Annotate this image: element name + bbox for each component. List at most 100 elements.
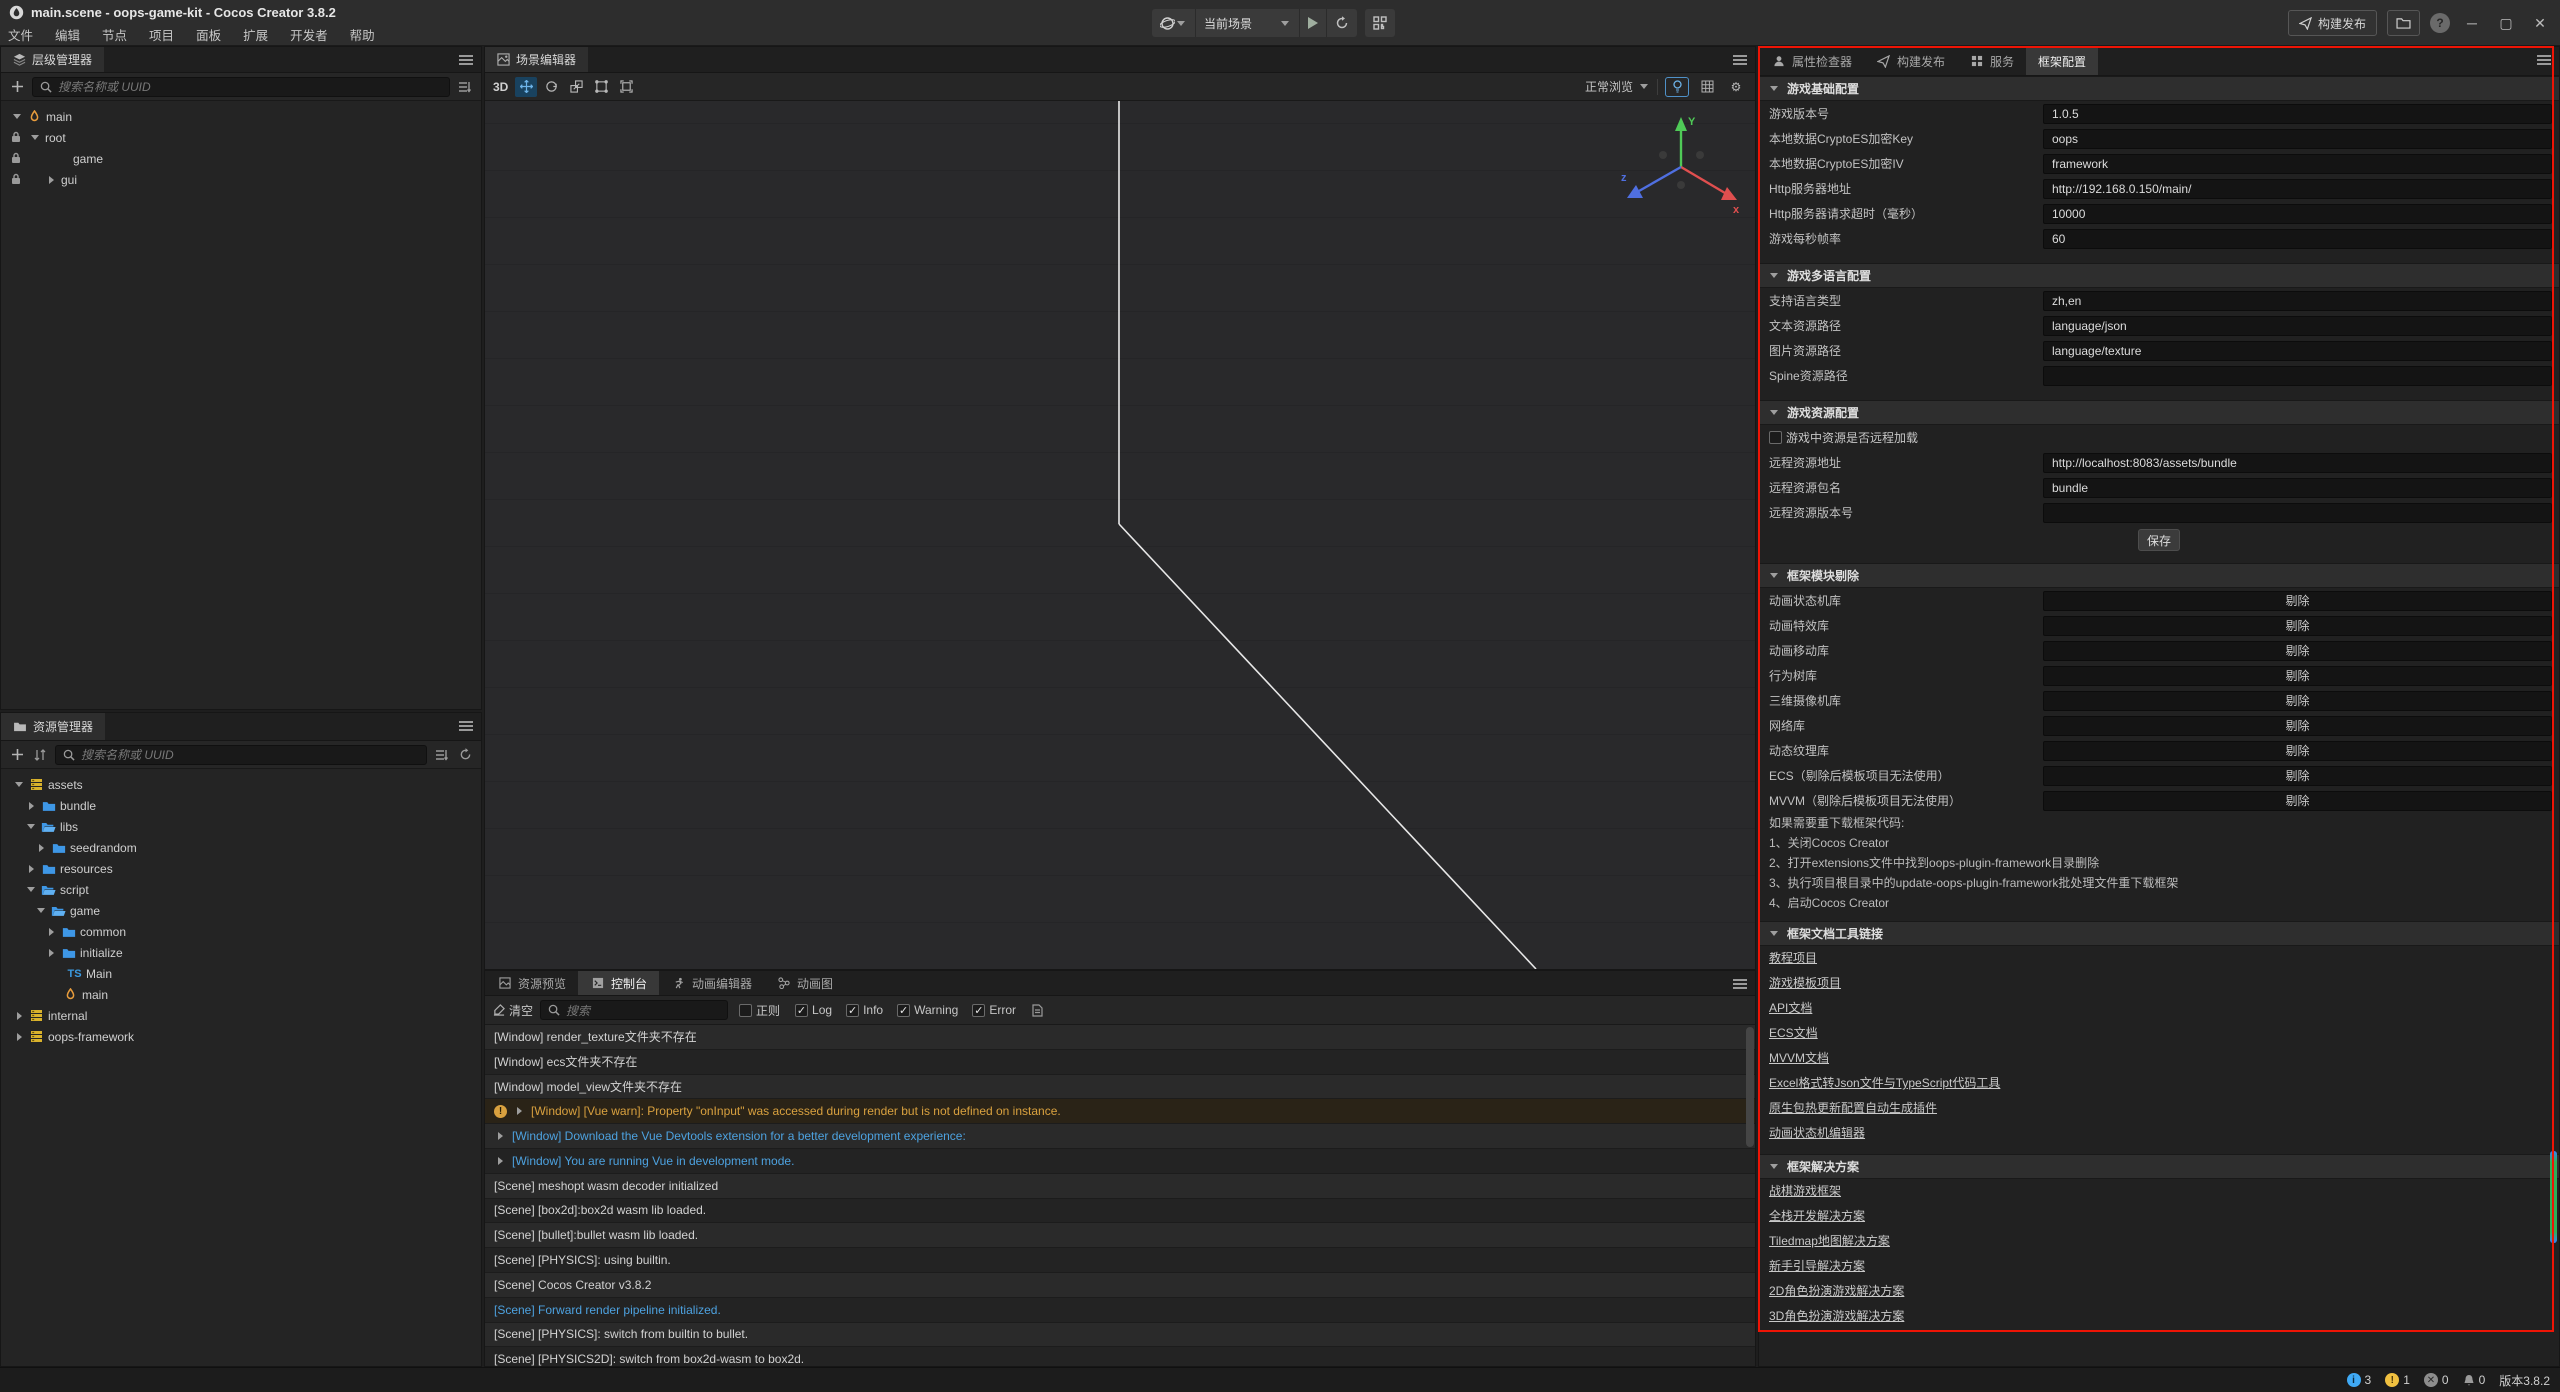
chevron-down-icon[interactable]: [35, 905, 47, 917]
field-input[interactable]: language/json: [2043, 316, 2552, 336]
hierarchy-node-game[interactable]: game: [1, 148, 481, 169]
ui-tool-button[interactable]: [615, 77, 637, 97]
maximize-button[interactable]: ▢: [2494, 15, 2518, 32]
link-全栈开发解决方案[interactable]: 全栈开发解决方案: [1769, 1204, 1865, 1229]
asset-node-common[interactable]: common: [1, 921, 481, 942]
clear-console-button[interactable]: 清空: [493, 1002, 533, 1019]
chevron-down-icon[interactable]: [11, 111, 23, 123]
filter-icon[interactable]: [434, 747, 450, 763]
chevron-down-icon[interactable]: [1768, 1161, 1780, 1173]
panel-menu-icon[interactable]: [459, 55, 473, 65]
remove-button[interactable]: 剔除: [2043, 591, 2552, 611]
remove-button[interactable]: 剔除: [2043, 666, 2552, 686]
field-input[interactable]: [2043, 366, 2552, 386]
chevron-down-icon[interactable]: [25, 884, 37, 896]
open-project-folder-button[interactable]: [2387, 10, 2420, 36]
link-原生包热更新配置自动生成插件[interactable]: 原生包热更新配置自动生成插件: [1769, 1096, 1937, 1121]
console-search-input[interactable]: 搜索: [540, 1000, 728, 1020]
asset-node-game[interactable]: game: [1, 900, 481, 921]
chevron-right-icon[interactable]: [45, 174, 57, 186]
asset-node-Main[interactable]: TSMain: [1, 963, 481, 984]
save-button[interactable]: 保存: [2138, 529, 2180, 551]
remove-button[interactable]: 剔除: [2043, 766, 2552, 786]
sort-icon[interactable]: [32, 747, 48, 763]
chevron-down-icon[interactable]: [29, 132, 41, 144]
tab-scene-editor[interactable]: 场景编辑器: [485, 47, 588, 72]
chevron-down-icon[interactable]: [1768, 928, 1780, 940]
asset-node-oops-framework[interactable]: oops-framework: [1, 1026, 481, 1047]
link-教程项目[interactable]: 教程项目: [1769, 946, 1817, 971]
assets-search-input[interactable]: 搜索名称或 UUID: [55, 745, 427, 765]
inspector-scrollbar[interactable]: [2550, 1151, 2557, 1243]
link-3D角色扮演游戏解决方案[interactable]: 3D角色扮演游戏解决方案: [1769, 1304, 1904, 1329]
hierarchy-node-main[interactable]: main: [1, 106, 481, 127]
field-input[interactable]: 10000: [2043, 204, 2552, 224]
error-count[interactable]: ✕ 0: [2424, 1373, 2449, 1387]
preview-device-button[interactable]: [1365, 9, 1395, 37]
link-API文档[interactable]: API文档: [1769, 996, 1812, 1021]
tab-hierarchy[interactable]: 层级管理器: [1, 47, 104, 72]
remove-button[interactable]: 剔除: [2043, 716, 2552, 736]
panel-menu-icon[interactable]: [1733, 55, 1747, 65]
asset-node-assets[interactable]: assets: [1, 774, 481, 795]
asset-node-internal[interactable]: internal: [1, 1005, 481, 1026]
hierarchy-node-root[interactable]: root: [1, 127, 481, 148]
menu-item-2[interactable]: 节点: [102, 25, 127, 44]
scene-select-dropdown[interactable]: 当前场景: [1196, 9, 1300, 37]
section-header[interactable]: 游戏多语言配置: [1759, 263, 2559, 288]
hierarchy-node-gui[interactable]: gui: [1, 169, 481, 190]
section-header[interactable]: 框架文档工具链接: [1759, 921, 2559, 946]
chevron-right-icon[interactable]: [494, 1155, 506, 1167]
remove-button[interactable]: 剔除: [2043, 691, 2552, 711]
console-scrollbar[interactable]: [1746, 1027, 1754, 1147]
panel-menu-icon[interactable]: [2537, 55, 2551, 65]
chevron-down-icon[interactable]: [1768, 407, 1780, 419]
chevron-right-icon[interactable]: [513, 1105, 525, 1117]
field-input[interactable]: bundle: [2043, 478, 2552, 498]
field-input[interactable]: oops: [2043, 129, 2552, 149]
field-input[interactable]: zh,en: [2043, 291, 2552, 311]
tab-assets[interactable]: 资源管理器: [1, 713, 105, 740]
tab-服务[interactable]: 服务: [1957, 47, 2026, 75]
tab-控制台[interactable]: 控制台: [578, 971, 659, 995]
link-MVVM文档[interactable]: MVVM文档: [1769, 1046, 1829, 1071]
chevron-right-icon[interactable]: [13, 1010, 25, 1022]
remove-button[interactable]: 剔除: [2043, 741, 2552, 761]
chevron-down-icon[interactable]: [1768, 83, 1780, 95]
view-mode-dropdown[interactable]: 正常浏览: [1585, 78, 1650, 95]
chevron-right-icon[interactable]: [25, 863, 37, 875]
filter-icon[interactable]: [457, 79, 473, 95]
chevron-down-icon[interactable]: [1768, 570, 1780, 582]
tab-属性检查器[interactable]: 属性检查器: [1759, 47, 1864, 75]
panel-menu-icon[interactable]: [1733, 979, 1747, 989]
help-button[interactable]: ?: [2430, 13, 2450, 33]
gear-icon[interactable]: ⚙: [1725, 77, 1747, 97]
menu-item-7[interactable]: 帮助: [350, 25, 375, 44]
regex-checkbox[interactable]: 正则: [739, 1002, 780, 1019]
asset-node-bundle[interactable]: bundle: [1, 795, 481, 816]
tab-资源预览[interactable]: 资源预览: [485, 971, 578, 995]
minimize-button[interactable]: ─: [2460, 15, 2484, 31]
rotate-tool-button[interactable]: [540, 77, 562, 97]
link-Excel格式转Json文件与TypeScript代码工具[interactable]: Excel格式转Json文件与TypeScript代码工具: [1769, 1071, 2000, 1096]
asset-node-resources[interactable]: resources: [1, 858, 481, 879]
add-node-button[interactable]: [9, 79, 25, 95]
link-ECS文档[interactable]: ECS文档: [1769, 1021, 1818, 1046]
move-tool-button[interactable]: [515, 77, 537, 97]
link-2D角色扮演游戏解决方案[interactable]: 2D角色扮演游戏解决方案: [1769, 1279, 1904, 1304]
asset-node-main[interactable]: main: [1, 984, 481, 1005]
scene-viewport[interactable]: x z Y: [485, 101, 1755, 969]
notification-count[interactable]: 0: [2463, 1373, 2486, 1387]
asset-node-initialize[interactable]: initialize: [1, 942, 481, 963]
section-header[interactable]: 游戏资源配置: [1759, 400, 2559, 425]
filter-error-checkbox[interactable]: ✓Error: [972, 1003, 1016, 1017]
chevron-right-icon[interactable]: [45, 926, 57, 938]
section-header[interactable]: 框架模块剔除: [1759, 563, 2559, 588]
field-input[interactable]: 1.0.5: [2043, 104, 2552, 124]
chevron-down-icon[interactable]: [13, 779, 25, 791]
refresh-icon[interactable]: [457, 747, 473, 763]
link-战棋游戏框架[interactable]: 战棋游戏框架: [1769, 1179, 1841, 1204]
filter-log-checkbox[interactable]: ✓Log: [795, 1003, 832, 1017]
field-input[interactable]: language/texture: [2043, 341, 2552, 361]
section-header[interactable]: 游戏基础配置: [1759, 76, 2559, 101]
